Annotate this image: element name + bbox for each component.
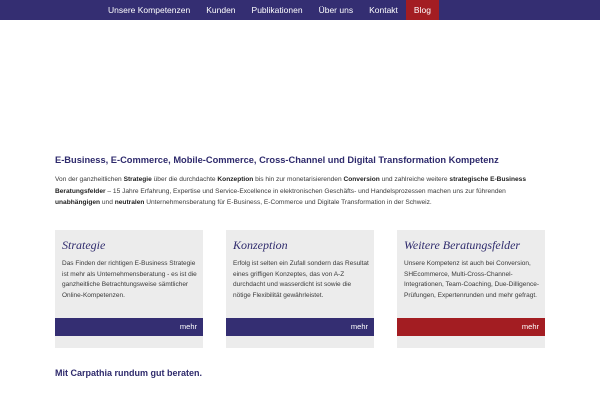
- more-button-weitere[interactable]: mehr: [397, 318, 545, 336]
- nav-item-kontakt[interactable]: Kontakt: [361, 0, 406, 20]
- card-text: Erfolg ist selten ein Zufall sondern das…: [233, 260, 369, 299]
- nav-item-kunden[interactable]: Kunden: [198, 0, 243, 20]
- card-title: Strategie: [62, 238, 106, 252]
- intro-highlight: Strategie: [123, 176, 152, 183]
- card-title: Weitere Beratungsfelder: [404, 238, 521, 252]
- intro-highlight: Conversion: [343, 176, 380, 183]
- intro-text: und: [100, 199, 115, 207]
- card-text: Das Finden der richtigen E-Business Stra…: [62, 260, 197, 299]
- tagline: Mit Carpathia rundum gut beraten.: [55, 368, 203, 378]
- card-text: Unsere Kompetenz ist auch bei Conversion…: [404, 260, 540, 299]
- intro-highlight: Konzeption: [217, 176, 254, 183]
- page-headline: E-Business, E-Commerce, Mobile-Commerce,…: [55, 155, 499, 165]
- card-title: Konzeption: [233, 238, 288, 252]
- intro-highlight: unabhängigen: [55, 199, 101, 207]
- intro-text: Von der ganzheitlichen: [55, 176, 124, 183]
- nav-item-publikationen[interactable]: Publikationen: [244, 0, 311, 20]
- intro-text: Unternehmensberatung für E-Business, E-C…: [144, 199, 432, 207]
- intro-highlight: neutralen: [114, 199, 145, 207]
- intro-paragraph: Von der ganzheitlichen Strategie über di…: [55, 174, 547, 209]
- intro-text: – 15 Jahre Erfahrung, Expertise und Serv…: [105, 187, 506, 195]
- nav-item-ueber-uns[interactable]: Über uns: [311, 0, 362, 20]
- card-konzeption: Konzeption Erfolg ist selten ein Zufall …: [226, 230, 374, 348]
- card-strategie: Strategie Das Finden der richtigen E-Bus…: [55, 230, 203, 348]
- intro-text: bis hin zur monetarisierenden: [253, 176, 344, 183]
- top-navigation: Unsere Kompetenzen Kunden Publikationen …: [0, 0, 600, 20]
- intro-text: über die durchdachte: [151, 176, 218, 183]
- card-weitere-beratungsfelder: Weitere Beratungsfelder Unsere Kompetenz…: [397, 230, 545, 348]
- intro-text: und zahlreiche weitere: [379, 176, 450, 183]
- nav-item-kompetenzen[interactable]: Unsere Kompetenzen: [100, 0, 198, 20]
- nav-menu: Unsere Kompetenzen Kunden Publikationen …: [100, 0, 439, 20]
- nav-item-blog[interactable]: Blog: [405, 0, 439, 20]
- more-button-konzeption[interactable]: mehr: [226, 318, 374, 336]
- more-button-strategie[interactable]: mehr: [55, 318, 203, 336]
